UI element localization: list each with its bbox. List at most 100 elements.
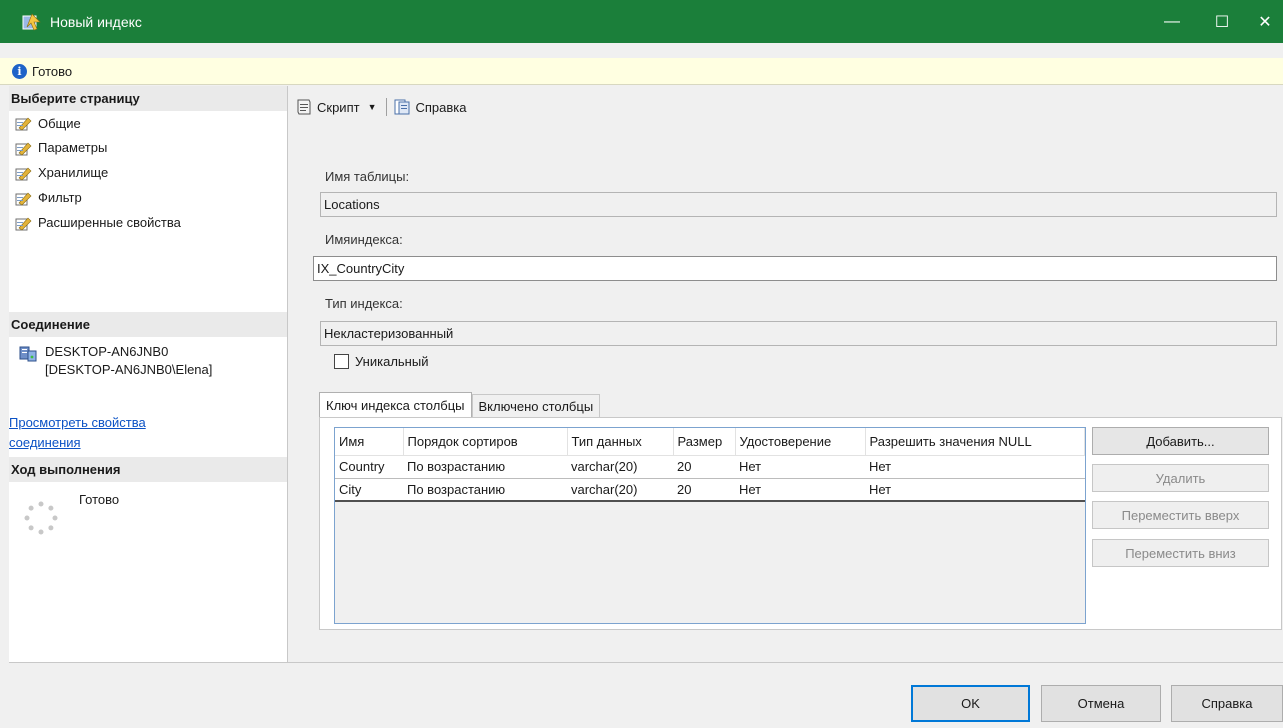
close-button[interactable]: ✕ [1247,0,1283,43]
info-icon: i [12,63,27,79]
cancel-button-label: Отмена [1077,696,1125,711]
move-down-button-label: Переместить вниз [1125,545,1236,561]
left-pane: Выберите страницу Общие Параметры Хранил… [9,86,288,662]
connection-user: [DESKTOP-AN6JNB0\Elena] [45,362,213,377]
cell-data-type: varchar(20) [567,478,673,502]
link-line-2[interactable]: соединения [9,433,287,453]
minimize-icon: — [1164,12,1180,30]
move-up-button[interactable]: Переместить вверх [1092,501,1269,529]
cell-data-type: varchar(20) [567,455,673,479]
remove-button[interactable]: Удалить [1092,464,1269,492]
col-header-sort-order: Порядок сортиров [403,428,568,456]
tab-key-columns[interactable]: Ключ индекса столбцы [319,392,472,418]
remove-button-label: Удалить [1155,470,1206,486]
cell-name: Country [335,455,403,479]
col-header-size: Размер [673,428,736,456]
cancel-button[interactable]: Отмена [1041,685,1161,722]
progress-spinner-icon [24,501,58,535]
index-type-field: Некластеризованный [320,321,1277,346]
tab-included-columns[interactable]: Включено столбцы [471,394,601,418]
cell-identity: Нет [735,455,865,479]
help-button-label: Справка [1201,696,1253,711]
index-name-value: IX_CountryCity [317,261,405,276]
col-header-allow-null: Разрешить значения NULL [865,428,1085,456]
toolbar-separator [386,98,388,116]
page-item-label: Общие [38,115,81,131]
move-down-button[interactable]: Переместить вниз [1092,539,1269,567]
connection-header: Соединение [9,312,287,337]
col-header-data-type: Тип данных [567,428,674,456]
page-item-filter[interactable]: Фильтр [9,185,287,210]
add-button[interactable]: Добавить... [1092,427,1269,455]
status-text: Готово [32,63,73,79]
table-row[interactable]: Country По возрастанию varchar(20) 20 Не… [335,455,1085,479]
page-item-label: Фильтр [38,190,82,205]
help-toolbar-label: Справка [415,99,467,115]
index-type-value: Некластеризованный [324,326,454,341]
script-icon [297,99,311,115]
status-bar: i Готово [0,58,1283,85]
wrench-page-icon [15,142,32,155]
add-button-label: Добавить... [1146,433,1215,449]
ok-button-label: OK [961,696,980,711]
tab-strip: Ключ индекса столбцы Включено столбцы [319,392,601,418]
server-connection-icon [19,346,37,362]
cell-size: 20 [673,455,735,479]
page-item-label: Расширенные свойства [38,215,181,230]
progress-area: Готово [9,482,287,536]
index-name-input[interactable]: IX_CountryCity [313,256,1277,281]
wrench-page-icon [15,192,32,205]
help-toolbar-button[interactable]: Справка [393,98,466,116]
tab-label: Включено столбцы [478,399,594,414]
connection-info: DESKTOP-AN6JNB0 [DESKTOP-AN6JNB0\Elena] [9,337,287,379]
link-line-1[interactable]: Просмотреть свойства [9,413,287,433]
maximize-button[interactable]: ☐ [1197,0,1247,43]
page-item-extended-properties[interactable]: Расширенные свойства [9,210,287,235]
page-item-storage[interactable]: Хранилище [9,160,287,185]
tab-panel: Имя Порядок сортиров Тип данных Размер У… [319,417,1282,630]
window-title: Новый индекс [50,13,142,30]
page-item-label: Хранилище [38,165,109,180]
index-app-icon [22,12,41,30]
col-header-identity: Удостоверение [735,428,866,456]
table-row[interactable]: City По возрастанию varchar(20) 20 Нет Н… [335,478,1085,502]
connection-server: DESKTOP-AN6JNB0 [45,344,169,359]
minimize-button[interactable]: — [1147,0,1197,43]
progress-text: Готово [79,492,120,507]
index-columns-grid: Имя Порядок сортиров Тип данных Размер У… [334,427,1086,624]
page-item-options[interactable]: Параметры [9,135,287,160]
script-dropdown-arrow-icon[interactable]: ▼ [368,102,377,112]
table-name-label: Имя таблицы: [325,169,410,184]
cell-identity: Нет [735,478,865,502]
title-bar: Новый индекс — ☐ ✕ [0,0,1283,43]
move-up-button-label: Переместить вверх [1121,507,1240,523]
view-connection-properties-link[interactable]: Просмотреть свойства соединения [9,413,287,453]
wrench-page-icon [15,167,32,180]
wrench-page-icon [15,117,32,131]
main-pane: Скрипт ▼ Справка Имя таблицы: Locations … [289,86,1283,662]
help-document-icon [394,99,410,115]
index-name-label: Имяиндекса: [325,232,403,247]
table-name-field: Locations [320,192,1277,217]
cell-allow-null: Нет [865,455,1085,479]
page-item-label: Параметры [38,140,108,155]
toolbar: Скрипт ▼ Справка [295,94,466,120]
page-item-general[interactable]: Общие [9,111,287,135]
unique-checkbox-row[interactable]: Уникальный [334,354,428,369]
table-name-value: Locations [324,197,380,212]
cell-name: City [335,478,403,502]
unique-checkbox[interactable] [334,354,349,369]
cell-sort-order: По возрастанию [403,455,567,479]
help-button[interactable]: Справка [1171,685,1283,722]
maximize-icon: ☐ [1214,13,1230,31]
cell-size: 20 [673,478,735,502]
wrench-page-icon [15,217,32,230]
ok-button[interactable]: OK [911,685,1030,722]
script-button[interactable]: Скрипт ▼ [295,98,376,116]
index-type-label: Тип индекса: [325,296,403,311]
dialog-footer: OK Отмена Справка [9,662,1283,728]
progress-header: Ход выполнения [9,457,287,482]
script-label: Скрипт [317,99,360,115]
grid-header-row: Имя Порядок сортиров Тип данных Размер У… [335,428,1085,456]
page-list: Общие Параметры Хранилище Фильтр Расшире… [9,111,287,235]
